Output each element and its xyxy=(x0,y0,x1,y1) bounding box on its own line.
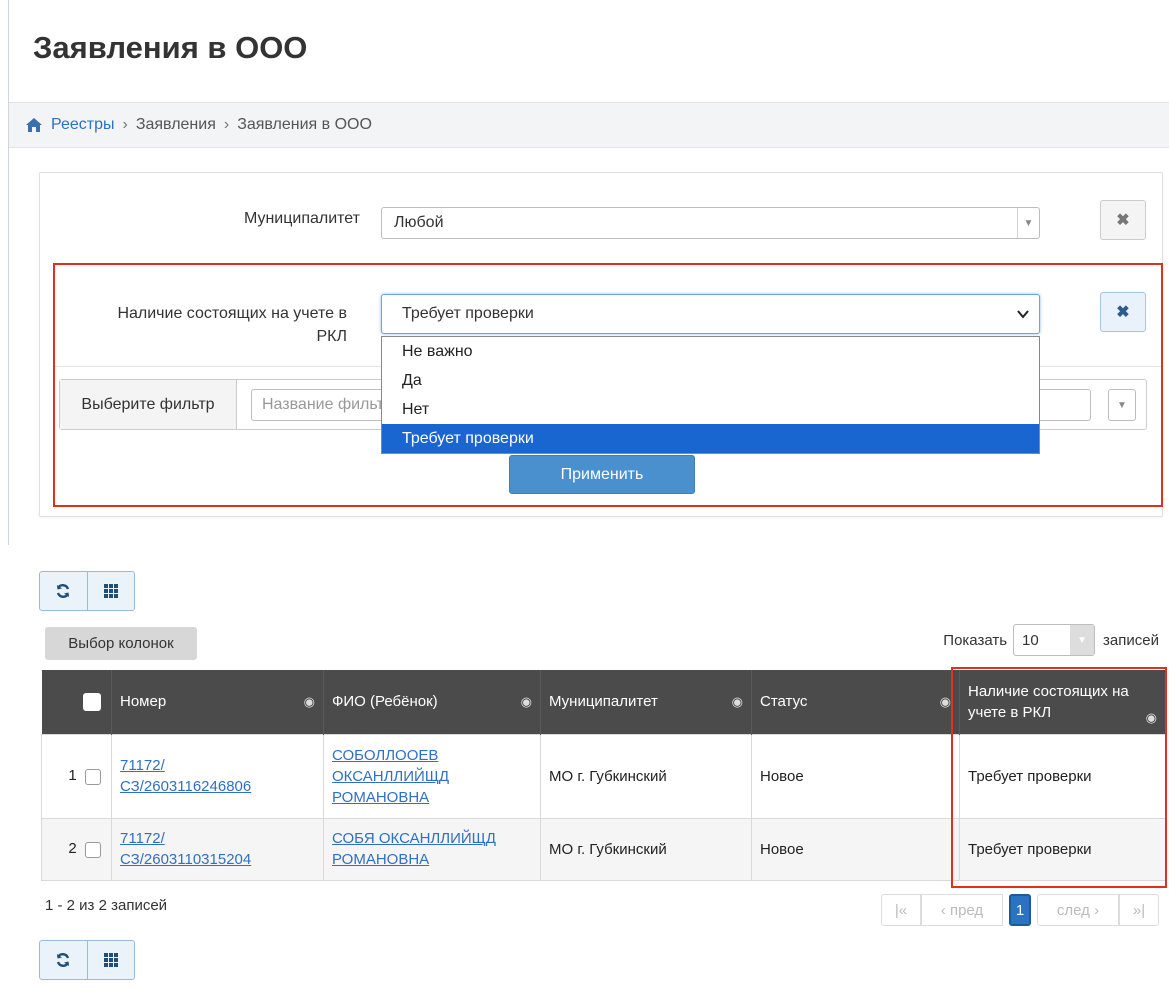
highlight-box-column xyxy=(951,667,1167,888)
fio-cell: СОБЯ ОКСАНЛЛИЙЩД РОМАНОВНА xyxy=(323,817,541,881)
select-all-checkbox[interactable] xyxy=(83,692,101,711)
column-header-fio[interactable]: ФИО (Ребёнок) ◉ xyxy=(323,670,541,734)
hide-column-icon[interactable]: ◉ xyxy=(940,694,951,710)
breadcrumb-separator: › xyxy=(122,116,128,133)
hide-column-icon[interactable]: ◉ xyxy=(732,694,743,710)
page-size-suffix: записей xyxy=(1103,631,1159,649)
column-header-fio-label: ФИО (Ребёнок) xyxy=(332,693,438,711)
municipality-cell: МО г. Губкинский xyxy=(540,817,752,881)
pager-prev[interactable]: ‹ пред xyxy=(921,894,1003,926)
row-index: 2 xyxy=(68,840,77,858)
close-icon: ✖ xyxy=(1116,212,1130,229)
dropdown-option-not-important[interactable]: Не важно xyxy=(382,337,1039,366)
chevron-down-icon: ▼ xyxy=(1017,208,1039,238)
grid-toolbar-top xyxy=(39,571,135,611)
rkl-filter-select-value: Требует проверки xyxy=(402,305,534,322)
column-header-status-label: Статус xyxy=(760,693,808,711)
chevron-down-icon[interactable]: ▼ xyxy=(1108,389,1136,421)
grid-view-button[interactable] xyxy=(86,572,135,610)
column-header-municipality-label: Муниципалитет xyxy=(549,693,658,711)
dropdown-option-yes[interactable]: Да xyxy=(382,366,1039,395)
fio-cell: СОБОЛЛООЕВ ОКСАНЛЛИЙЩД РОМАНОВНА xyxy=(323,733,541,819)
page-size-control: Показать 10 ▼ записей xyxy=(943,624,1159,656)
child-name-link[interactable]: СОБЯ ОКСАНЛЛИЙЩД РОМАНОВНА xyxy=(332,828,532,870)
status-cell: Новое xyxy=(751,817,960,881)
breadcrumb-item-applications[interactable]: Заявления xyxy=(136,116,216,134)
grid-view-button[interactable] xyxy=(86,941,135,979)
rkl-dropdown-list: Не важно Да Нет Требует проверки xyxy=(381,336,1040,454)
column-chooser-button[interactable]: Выбор колонок xyxy=(45,627,197,660)
breadcrumb: Реестры › Заявления › Заявления в ООО xyxy=(9,102,1169,148)
pager-next[interactable]: след › xyxy=(1037,894,1119,926)
number-cell: 71172/ СЗ/2603116246806 xyxy=(111,733,324,819)
rkl-filter-select[interactable]: Требует проверки xyxy=(381,294,1040,334)
pager-current-page[interactable]: 1 xyxy=(1009,894,1031,926)
column-header-status[interactable]: Статус ◉ xyxy=(751,670,960,734)
pager-last[interactable]: »| xyxy=(1119,894,1159,926)
close-icon: ✖ xyxy=(1116,304,1130,321)
municipality-select[interactable]: Любой ▼ xyxy=(381,207,1040,239)
municipality-select-value: Любой xyxy=(394,214,444,231)
row-checkbox[interactable] xyxy=(85,841,101,858)
apply-button[interactable]: Применить xyxy=(509,455,695,494)
refresh-button[interactable] xyxy=(40,572,87,610)
saved-filter-addon: Выберите фильтр xyxy=(60,380,237,429)
chevron-down-icon: ▼ xyxy=(1070,625,1095,655)
grid-icon xyxy=(103,953,118,967)
application-number-link[interactable]: 71172/ СЗ/2603110315204 xyxy=(120,828,280,870)
hide-column-icon[interactable]: ◉ xyxy=(521,694,532,710)
breadcrumb-link-registries[interactable]: Реестры xyxy=(51,116,115,134)
column-header-number-label: Номер xyxy=(120,693,167,711)
refresh-button[interactable] xyxy=(40,941,87,979)
grid-icon xyxy=(103,584,118,598)
clear-municipality-button[interactable]: ✖ xyxy=(1100,200,1146,240)
status-cell: Новое xyxy=(751,733,960,819)
refresh-icon xyxy=(57,584,70,598)
row-select-cell: 2 xyxy=(41,817,112,881)
dropdown-option-needs-check[interactable]: Требует проверки xyxy=(382,424,1039,453)
rkl-filter-label-line1: Наличие состоящих на учете в xyxy=(117,305,347,322)
number-cell: 71172/ СЗ/2603110315204 xyxy=(111,817,324,881)
row-index: 1 xyxy=(68,767,77,785)
pager-first[interactable]: |« xyxy=(881,894,921,926)
column-header-municipality[interactable]: Муниципалитет ◉ xyxy=(540,670,752,734)
records-count: 1 - 2 из 2 записей xyxy=(45,897,168,914)
child-name-link[interactable]: СОБОЛЛООЕВ ОКСАНЛЛИЙЩД РОМАНОВНА xyxy=(332,745,492,808)
row-checkbox[interactable] xyxy=(85,768,101,785)
application-number-link[interactable]: 71172/ СЗ/2603116246806 xyxy=(120,755,280,797)
pagination: |« ‹ пред 1 след › »| xyxy=(881,894,1159,926)
page-title: Заявления в ООО xyxy=(33,30,308,65)
rkl-filter-label-line2: РКЛ xyxy=(316,328,348,345)
municipality-label: Муниципалитет xyxy=(243,210,360,227)
breadcrumb-separator: › xyxy=(223,116,230,133)
row-select-cell: 1 xyxy=(41,733,112,819)
column-header-number[interactable]: Номер ◉ xyxy=(111,670,324,734)
page-size-prefix: Показать xyxy=(943,631,1008,649)
page-size-select[interactable]: 10 ▼ xyxy=(1013,624,1096,656)
select-all-header xyxy=(41,670,112,734)
refresh-icon xyxy=(57,953,70,967)
rkl-filter-label: Наличие состоящих на учете в РКЛ xyxy=(70,302,347,348)
home-icon[interactable] xyxy=(25,117,43,133)
breadcrumb-item-current: Заявления в ООО xyxy=(237,116,372,133)
page-size-value: 10 xyxy=(1022,631,1039,649)
municipality-cell: МО г. Губкинский xyxy=(540,733,752,819)
dropdown-option-no[interactable]: Нет xyxy=(382,395,1039,424)
hide-column-icon[interactable]: ◉ xyxy=(304,694,315,710)
grid-toolbar-bottom xyxy=(39,940,135,980)
clear-rkl-filter-button[interactable]: ✖ xyxy=(1100,292,1146,332)
left-divider xyxy=(8,0,9,545)
chevron-down-icon xyxy=(1017,310,1029,319)
